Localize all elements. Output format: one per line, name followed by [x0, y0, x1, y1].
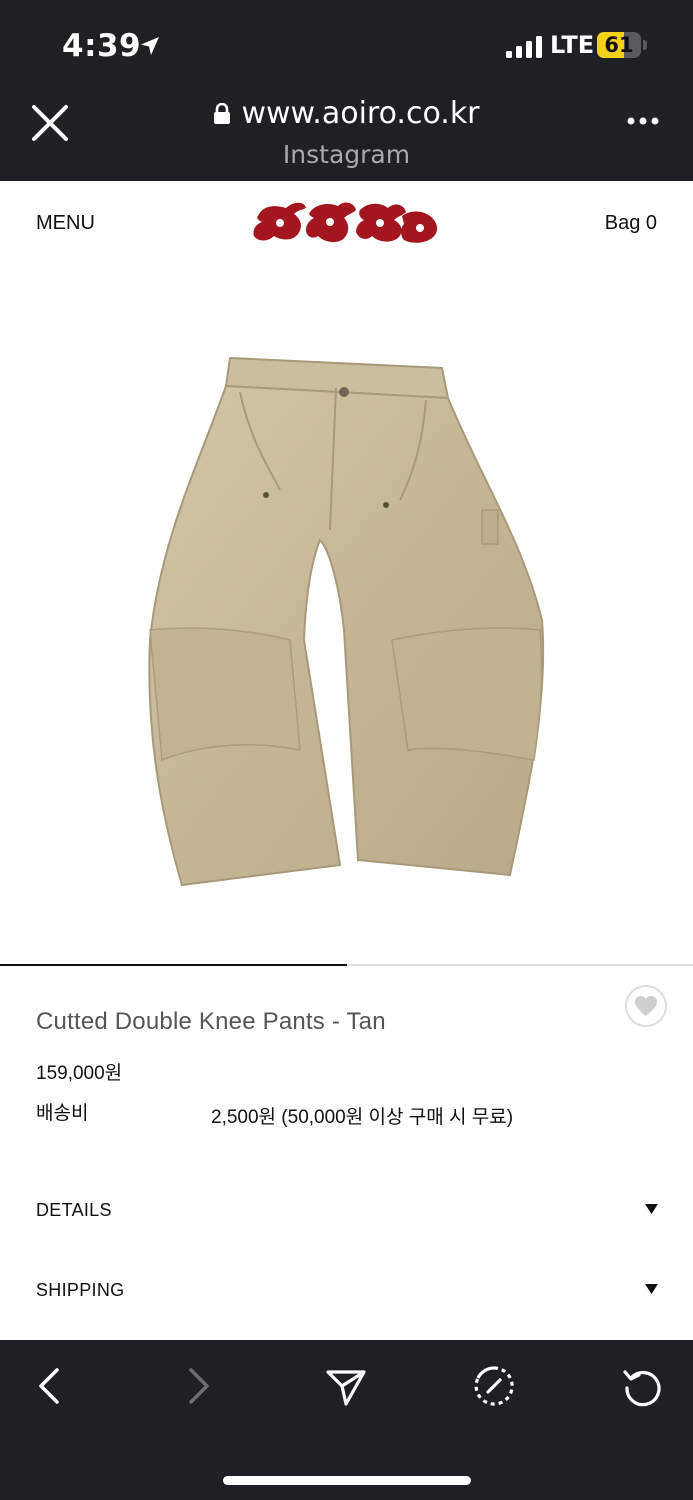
browser-toolbar [0, 1340, 693, 1500]
details-label: DETAILS [36, 1200, 112, 1220]
menu-button[interactable]: MENU [36, 212, 95, 235]
chevron-down-icon [645, 1204, 658, 1214]
source-app-label: Instagram [282, 140, 411, 169]
shipping-accordion[interactable]: SHIPPING [0, 1262, 693, 1322]
browser-chrome: 4:39 LTE 61 www.aoiro.co.kr Instagram [0, 0, 693, 181]
battery-icon: 61 [597, 32, 641, 58]
network-type: LTE [550, 31, 595, 59]
reload-icon[interactable] [621, 1364, 665, 1408]
back-icon[interactable] [27, 1364, 71, 1408]
address-bar[interactable]: www.aoiro.co.kr [0, 96, 693, 131]
more-icon[interactable] [626, 116, 660, 126]
url-text: www.aoiro.co.kr [241, 96, 480, 131]
brand-logo[interactable] [252, 196, 440, 250]
shipping-fee-label: 배송비 [36, 1103, 89, 1124]
signal-bars-icon [506, 36, 542, 58]
product-price: 159,000원 [36, 1063, 123, 1084]
status-bar: 4:39 LTE 61 [0, 0, 693, 90]
home-indicator[interactable] [223, 1476, 471, 1485]
wishlist-button[interactable] [625, 985, 667, 1027]
image-slider-progress [0, 964, 347, 966]
shipping-fee-value: 2,500원 (50,000원 이상 구매 시 무료) [211, 1107, 514, 1128]
site-header: MENU Bag 0 [0, 181, 693, 265]
status-time: 4:39 [62, 28, 142, 64]
chevron-down-icon [645, 1284, 658, 1294]
open-in-safari-icon[interactable] [472, 1364, 516, 1408]
product-title: Cutted Double Knee Pants - Tan [36, 1008, 386, 1035]
battery-nub [643, 40, 647, 50]
heart-icon [635, 996, 657, 1016]
bag-button[interactable]: Bag 0 [605, 212, 657, 235]
image-slider-track[interactable] [0, 964, 693, 966]
lock-icon [214, 102, 231, 124]
product-image[interactable] [130, 340, 560, 900]
share-icon[interactable] [324, 1364, 368, 1408]
shipping-label: SHIPPING [36, 1280, 125, 1300]
forward-icon[interactable] [177, 1364, 221, 1408]
battery-level: 61 [604, 33, 634, 57]
location-arrow-icon [141, 37, 159, 55]
details-accordion[interactable]: DETAILS [0, 1182, 693, 1242]
